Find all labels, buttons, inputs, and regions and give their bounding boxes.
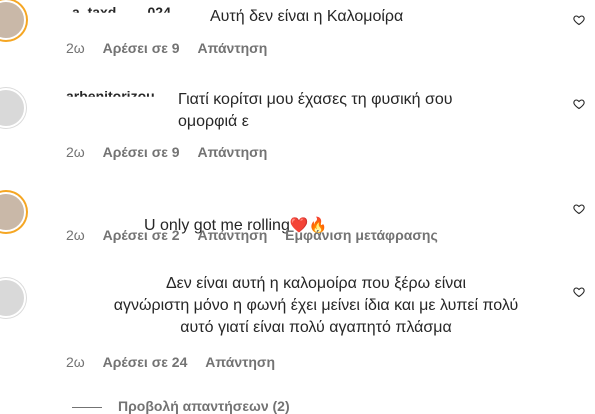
comment-text: Δεν είναι αυτή η καλομοίρα που ξέρω είνα… xyxy=(113,275,519,336)
reply-button[interactable]: Απάντηση xyxy=(205,354,275,370)
avatar[interactable] xyxy=(0,88,26,128)
heart-icon[interactable] xyxy=(573,203,585,215)
comment-meta: 2ω Αρέσει σε 24 Απάντηση xyxy=(66,354,289,370)
comment-text: Γιατί κορίτσι μου έχασες τη φυσική σου ο… xyxy=(178,91,453,130)
view-replies-button[interactable]: Προβολή απαντήσεων (2) xyxy=(72,398,290,414)
comment-likes[interactable]: Αρέσει σε 24 xyxy=(103,354,188,370)
comment-item: U only got me rolling❤️🔥 2ω Αρέσει σε 2 … xyxy=(0,182,595,252)
comment-time[interactable]: 2ω xyxy=(66,40,85,56)
reply-button[interactable]: Απάντηση xyxy=(198,144,268,160)
comment-meta: 2ω Αρέσει σε 9 Απάντηση xyxy=(66,40,281,56)
comment-time[interactable]: 2ω xyxy=(66,144,85,160)
heart-icon[interactable] xyxy=(573,14,585,26)
avatar[interactable] xyxy=(0,192,26,232)
avatar[interactable] xyxy=(0,278,26,318)
heart-icon[interactable] xyxy=(573,98,585,110)
comment-text: Αυτή δεν είναι η Καλομοίρα xyxy=(210,8,404,25)
reply-button[interactable]: Απάντηση xyxy=(198,227,268,243)
comment-meta: 2ω Αρέσει σε 2 Απάντηση Εμφάνιση μετάφρα… xyxy=(66,227,452,243)
comment-likes[interactable]: Αρέσει σε 2 xyxy=(103,227,180,243)
comment-item: Δεν είναι αυτή η καλομοίρα που ξέρω είνα… xyxy=(0,266,595,376)
replies-divider-line xyxy=(72,406,102,408)
comment-meta: 2ω Αρέσει σε 9 Απάντηση xyxy=(66,144,281,160)
avatar[interactable] xyxy=(0,0,26,40)
comment-item: a_taxd____024 Αυτή δεν είναι η Καλομοίρα… xyxy=(0,0,595,60)
comment-time[interactable]: 2ω xyxy=(66,227,85,243)
comment-likes[interactable]: Αρέσει σε 9 xyxy=(103,40,180,56)
heart-icon[interactable] xyxy=(573,286,585,298)
comment-username[interactable]: a_taxd____024 xyxy=(72,4,171,13)
comment-likes[interactable]: Αρέσει σε 9 xyxy=(103,144,180,160)
comment-username[interactable]: arbenitorizou xyxy=(66,88,155,97)
view-replies-label: Προβολή απαντήσεων (2) xyxy=(118,398,290,414)
comment-time[interactable]: 2ω xyxy=(66,354,85,370)
comment-item: arbenitorizou Γιατί κορίτσι μου έχασες τ… xyxy=(0,80,595,170)
reply-button[interactable]: Απάντηση xyxy=(198,40,268,56)
see-translation-button[interactable]: Εμφάνιση μετάφρασης xyxy=(285,227,438,243)
